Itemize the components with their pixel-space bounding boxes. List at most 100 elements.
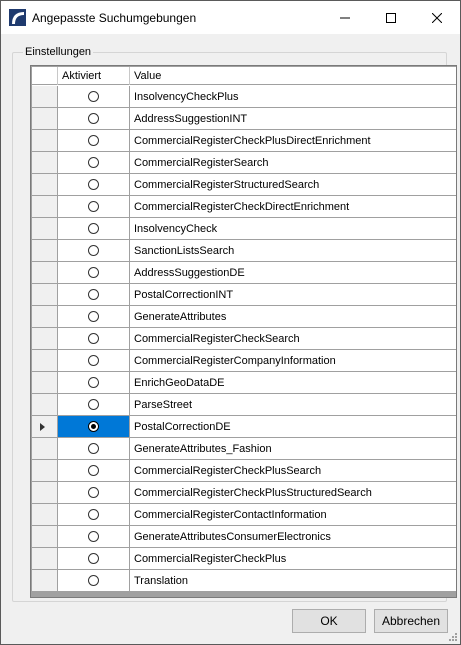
row-selector[interactable] [32,174,58,196]
value-cell[interactable]: CommercialRegisterCheckSearch [130,328,456,350]
value-cell[interactable]: GenerateAttributesConsumerElectronics [130,526,456,548]
table-row[interactable]: CommercialRegisterCheckPlusSearch [32,460,456,482]
row-selector[interactable] [32,526,58,548]
activated-cell[interactable] [58,108,130,130]
row-selector[interactable] [32,240,58,262]
activated-radio[interactable] [88,113,99,124]
activated-radio[interactable] [88,443,99,454]
table-row[interactable]: Translation [32,570,456,592]
title-bar[interactable]: Angepasste Suchumgebungen [1,1,460,34]
table-row[interactable]: CommercialRegisterCheckPlusStructuredSea… [32,482,456,504]
table-row[interactable]: CommercialRegisterSearch [32,152,456,174]
resize-grip-icon[interactable] [448,632,458,642]
table-row[interactable]: SanctionListsSearch [32,240,456,262]
activated-cell[interactable] [58,350,130,372]
table-row[interactable]: PostalCorrectionDE [32,416,456,438]
activated-radio[interactable] [88,157,99,168]
activated-cell[interactable] [58,218,130,240]
table-row[interactable]: CommercialRegisterContactInformation [32,504,456,526]
activated-cell[interactable] [58,284,130,306]
value-cell[interactable]: CommercialRegisterStructuredSearch [130,174,456,196]
maximize-button[interactable] [368,1,414,34]
activated-radio[interactable] [88,289,99,300]
value-cell[interactable]: CommercialRegisterCheckDirectEnrichment [130,196,456,218]
row-selector[interactable] [32,108,58,130]
table-row[interactable]: CommercialRegisterStructuredSearch [32,174,456,196]
activated-cell[interactable] [58,570,130,592]
value-cell[interactable]: CommercialRegisterCheckPlusSearch [130,460,456,482]
activated-radio[interactable] [88,575,99,586]
value-cell[interactable]: GenerateAttributes [130,306,456,328]
value-cell[interactable]: InsolvencyCheck [130,218,456,240]
activated-cell[interactable] [58,548,130,570]
activated-radio[interactable] [88,135,99,146]
table-row[interactable]: GenerateAttributes [32,306,456,328]
close-button[interactable] [414,1,460,34]
table-row[interactable]: CommercialRegisterCompanyInformation [32,350,456,372]
activated-cell[interactable] [58,394,130,416]
activated-radio[interactable] [88,91,99,102]
value-cell[interactable]: EnrichGeoDataDE [130,372,456,394]
activated-cell[interactable] [58,174,130,196]
activated-radio[interactable] [88,333,99,344]
row-selector[interactable] [32,416,58,438]
activated-radio[interactable] [88,179,99,190]
table-row[interactable]: CommercialRegisterCheckSearch [32,328,456,350]
activated-cell[interactable] [58,526,130,548]
value-cell[interactable]: CommercialRegisterSearch [130,152,456,174]
activated-radio[interactable] [88,355,99,366]
activated-radio[interactable] [88,487,99,498]
activated-radio[interactable] [88,377,99,388]
row-selector[interactable] [32,504,58,526]
value-cell[interactable]: CommercialRegisterCheckPlusDirectEnrichm… [130,130,456,152]
value-cell[interactable]: ParseStreet [130,394,456,416]
table-row[interactable]: CommercialRegisterCheckDirectEnrichment [32,196,456,218]
table-row[interactable]: CommercialRegisterCheckPlus [32,548,456,570]
activated-radio[interactable] [88,465,99,476]
activated-cell[interactable] [58,262,130,284]
value-cell[interactable]: CommercialRegisterCompanyInformation [130,350,456,372]
activated-cell[interactable] [58,482,130,504]
value-cell[interactable]: AddressSuggestionDE [130,262,456,284]
value-cell[interactable]: Translation [130,570,456,592]
row-selector[interactable] [32,218,58,240]
activated-cell[interactable] [58,240,130,262]
activated-cell[interactable] [58,328,130,350]
row-selector[interactable] [32,152,58,174]
value-cell[interactable]: CommercialRegisterContactInformation [130,504,456,526]
activated-radio[interactable] [88,267,99,278]
row-selector[interactable] [32,438,58,460]
settings-grid[interactable]: Aktiviert Value InsolvencyCheckPlus Addre… [30,65,457,598]
value-cell[interactable]: SanctionListsSearch [130,240,456,262]
table-row[interactable]: AddressSuggestionDE [32,262,456,284]
activated-radio[interactable] [88,201,99,212]
ok-button[interactable]: OK [292,609,366,633]
row-selector[interactable] [32,482,58,504]
activated-radio[interactable] [88,311,99,322]
row-selector[interactable] [32,328,58,350]
value-cell[interactable]: GenerateAttributes_Fashion [130,438,456,460]
activated-cell[interactable] [58,460,130,482]
activated-cell[interactable] [58,306,130,328]
header-activated[interactable]: Aktiviert [58,67,130,85]
row-selector[interactable] [32,570,58,592]
table-row[interactable]: ParseStreet [32,394,456,416]
activated-radio[interactable] [88,421,99,432]
table-row[interactable]: InsolvencyCheckPlus [32,86,456,108]
activated-cell[interactable] [58,372,130,394]
activated-radio[interactable] [88,509,99,520]
value-cell[interactable]: CommercialRegisterCheckPlus [130,548,456,570]
value-cell[interactable]: AddressSuggestionINT [130,108,456,130]
value-cell[interactable]: PostalCorrectionDE [130,416,456,438]
row-selector[interactable] [32,262,58,284]
row-selector[interactable] [32,86,58,108]
activated-radio[interactable] [88,223,99,234]
table-row[interactable]: AddressSuggestionINT [32,108,456,130]
row-selector[interactable] [32,460,58,482]
minimize-button[interactable] [322,1,368,34]
row-selector[interactable] [32,372,58,394]
table-row[interactable]: GenerateAttributesConsumerElectronics [32,526,456,548]
activated-cell[interactable] [58,152,130,174]
table-row[interactable]: GenerateAttributes_Fashion [32,438,456,460]
row-selector[interactable] [32,306,58,328]
